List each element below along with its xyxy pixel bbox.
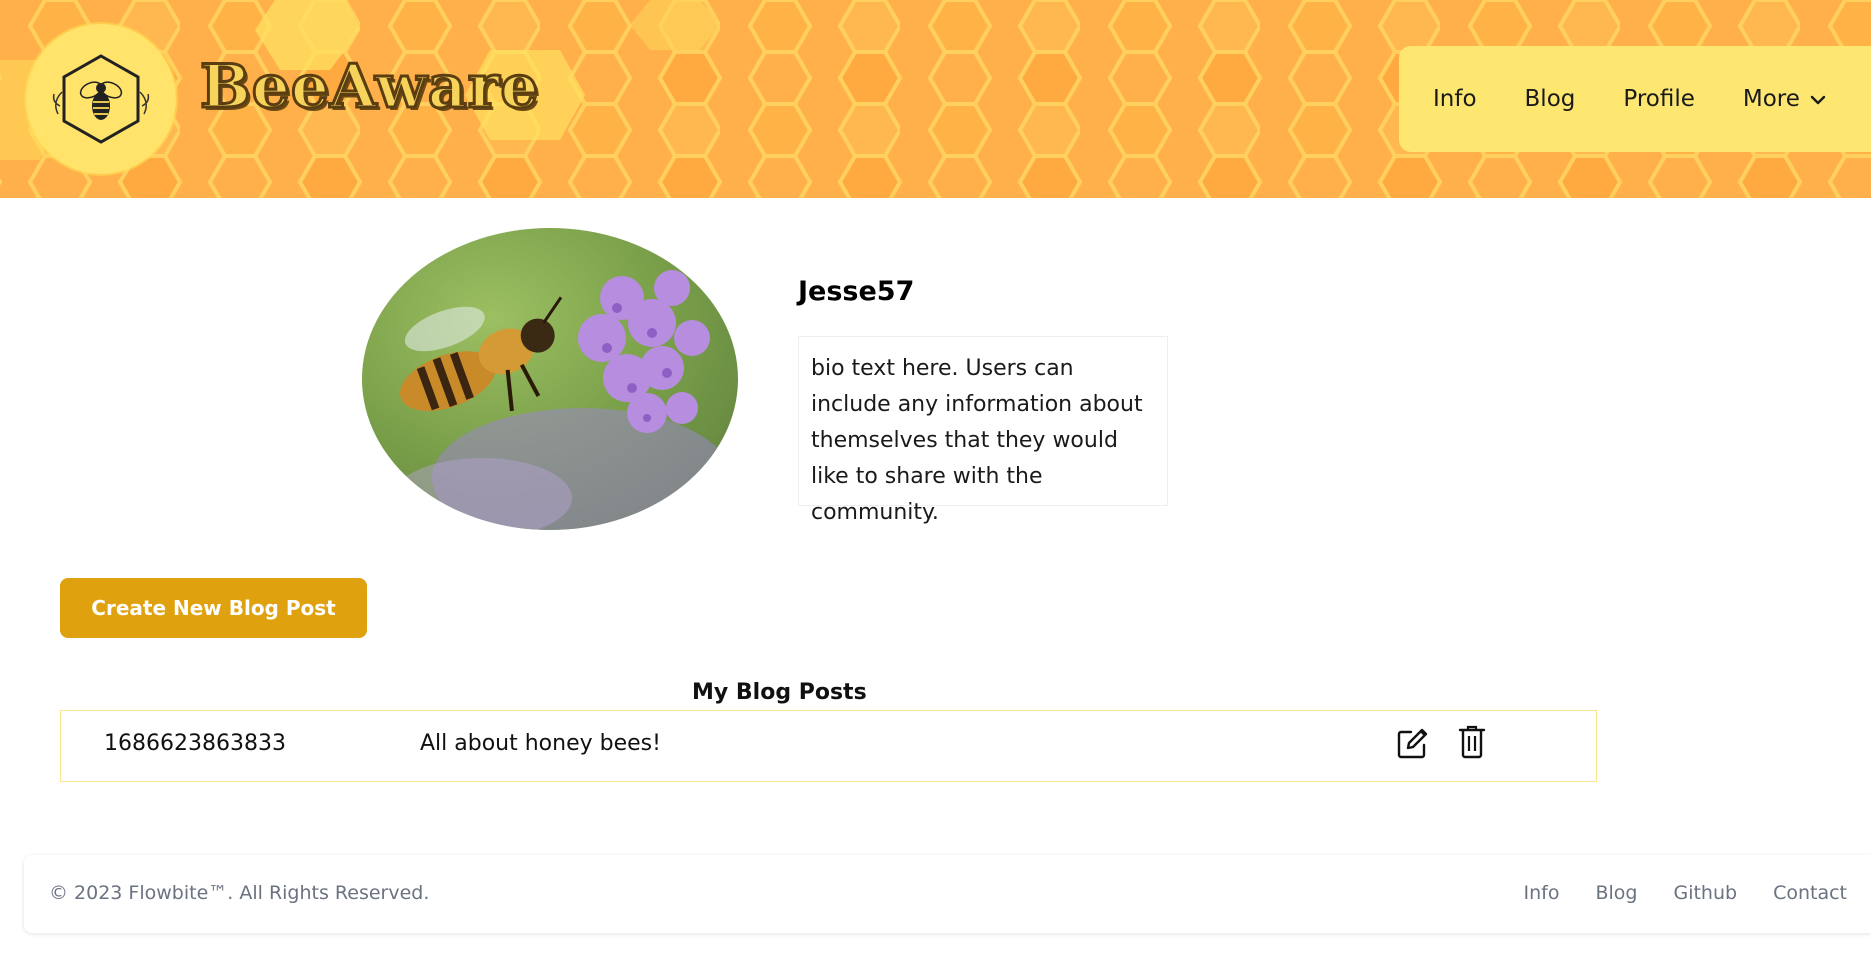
table-row: 1686623863833 All about honey bees! [61, 711, 1596, 781]
posts-table: 1686623863833 All about honey bees! [60, 710, 1597, 782]
avatar-bee-photo [362, 228, 738, 530]
site-footer: © 2023 Flowbite™. All Rights Reserved. I… [24, 855, 1871, 933]
bee-logo-icon [52, 54, 150, 144]
post-title-cell[interactable]: All about honey bees! [420, 731, 661, 756]
nav-item-label: Info [1433, 86, 1477, 112]
nav-item-label: Blog [1524, 86, 1576, 112]
chevron-down-icon [1810, 86, 1826, 112]
logo-badge[interactable] [26, 24, 176, 174]
main-nav: Info Blog Profile More [1399, 46, 1871, 152]
footer-link-contact[interactable]: Contact [1773, 882, 1847, 904]
trash-icon[interactable] [1457, 725, 1493, 761]
nav-item-blog[interactable]: Blog [1525, 86, 1576, 112]
posts-section-title: My Blog Posts [692, 680, 867, 705]
nav-item-more[interactable]: More [1743, 86, 1826, 112]
footer-link-info[interactable]: Info [1524, 882, 1560, 904]
post-id-cell: 1686623863833 [104, 731, 286, 756]
avatar [362, 228, 738, 530]
footer-copyright: © 2023 Flowbite™. All Rights Reserved. [49, 882, 430, 904]
profile-bio: bio text here. Users can include any inf… [798, 336, 1168, 525]
edit-icon[interactable] [1395, 727, 1431, 763]
site-header: BeeAware Info Blog Profile More [0, 0, 1871, 198]
nav-item-label: More [1742, 86, 1800, 112]
nav-item-profile[interactable]: Profile [1623, 86, 1695, 112]
footer-links: Info Blog Github Contact [1488, 882, 1848, 904]
create-blog-post-button[interactable]: Create New Blog Post [60, 578, 367, 638]
profile-username: Jesse57 [798, 276, 915, 307]
footer-link-blog[interactable]: Blog [1595, 882, 1637, 904]
nav-item-label: Profile [1623, 86, 1695, 112]
nav-item-info[interactable]: Info [1433, 86, 1477, 112]
footer-link-github[interactable]: Github [1673, 882, 1737, 904]
brand-wordmark[interactable]: BeeAware [199, 51, 540, 124]
